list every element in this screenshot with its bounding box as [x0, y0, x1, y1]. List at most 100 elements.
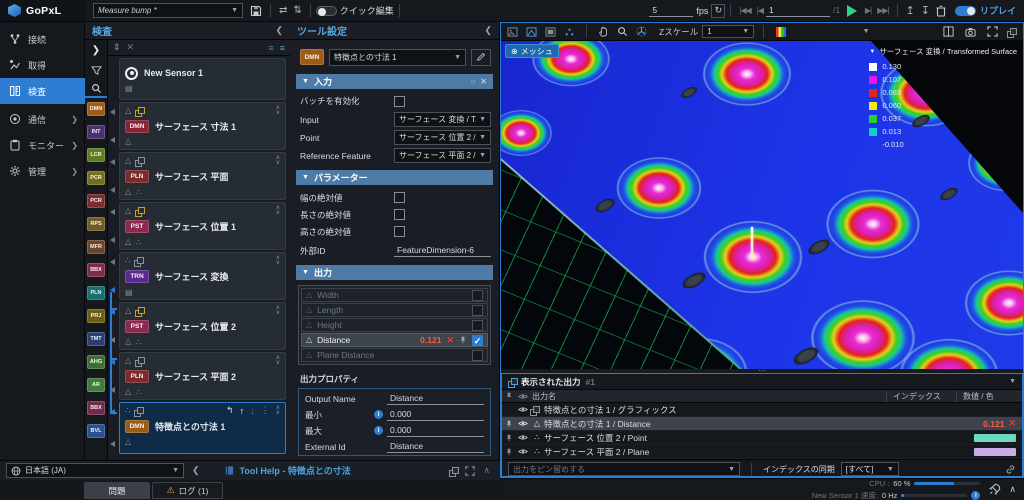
- height-absolute-checkbox[interactable]: [394, 226, 405, 237]
- zoom-icon[interactable]: [615, 25, 630, 39]
- expand-help-icon[interactable]: ∧: [483, 465, 490, 476]
- edit-tool-name-button[interactable]: [471, 49, 491, 66]
- tool-card-surface-plane-2[interactable]: △∧∨ PLNサーフェース 平面 2 △∴: [119, 352, 286, 400]
- output-item-height[interactable]: △ Height: [301, 318, 488, 332]
- output-item-width[interactable]: △ Width: [301, 288, 488, 302]
- external-id-prop-input[interactable]: Distance: [387, 441, 484, 453]
- collapse-outputs-icon[interactable]: ▼: [1006, 378, 1016, 385]
- tool-badge-int[interactable]: INT: [87, 125, 105, 139]
- sensor-card[interactable]: New Sensor 1 ▤: [119, 58, 286, 100]
- next-frame-button[interactable]: ▶|: [862, 6, 874, 15]
- tool-badge-bbx2[interactable]: BBX: [87, 401, 105, 415]
- fullscreen-icon[interactable]: [985, 25, 1000, 39]
- image-view-icon[interactable]: [505, 25, 520, 39]
- reorder-icon[interactable]: ∧∨: [276, 206, 280, 216]
- frame-input[interactable]: 1: [766, 5, 830, 17]
- max-input[interactable]: 0.000: [387, 425, 484, 437]
- tool-card-surface-dimension-1[interactable]: △∧∨ DMNサーフェース 寸法 1 △: [119, 102, 286, 150]
- output-row-plane[interactable]: ∴ サーフェース 平面 2 / Plane: [502, 445, 1022, 459]
- output-enable-checkbox[interactable]: ✓: [472, 335, 483, 346]
- section-header-parameters[interactable]: ▼パラメーター: [296, 170, 493, 185]
- fullscreen-icon[interactable]: [465, 466, 475, 476]
- tool-badge-ahg[interactable]: AHG: [87, 355, 105, 369]
- download-icon[interactable]: ↧: [918, 4, 933, 17]
- prev-frame-button[interactable]: |◀: [754, 6, 766, 15]
- selected-tool-select[interactable]: 特徴点との寸法 1 ▼: [329, 49, 466, 66]
- link-icon[interactable]: [1005, 464, 1016, 475]
- reorder-icon[interactable]: ∧∨: [276, 156, 280, 166]
- output-enable-checkbox[interactable]: [472, 305, 483, 316]
- loop-playback-button[interactable]: ↻: [711, 4, 725, 18]
- tool-card-surface-plane[interactable]: △∧∨ PLNサーフェース 平面 △∴: [119, 152, 286, 200]
- tool-card-surface-transform[interactable]: ∴∧∨ TRNサーフェース 変換 ▤: [119, 252, 286, 300]
- tool-badge-tmt[interactable]: TMT: [87, 332, 105, 346]
- output-enable-checkbox[interactable]: [472, 320, 483, 331]
- output-name-input[interactable]: Distance: [387, 393, 484, 405]
- zscale-select[interactable]: 1 ▼: [702, 25, 754, 38]
- collapse-section-icon[interactable]: ✕: [480, 77, 487, 86]
- tool-badge-prj[interactable]: PRJ: [87, 309, 105, 323]
- snapshot-camera-icon[interactable]: [963, 25, 978, 39]
- layers-icon[interactable]: [1007, 28, 1015, 36]
- expand-strip-icon[interactable]: ❯: [85, 40, 107, 60]
- tool-badge-pcr[interactable]: PCR: [87, 171, 105, 185]
- output-row-graphics[interactable]: 特徴点との寸法 1 / グラフィックス: [502, 403, 1022, 417]
- tool-card-surface-position-2[interactable]: △∧∨ PSTサーフェース 位置 2 △∴: [119, 302, 286, 350]
- play-button[interactable]: [847, 5, 857, 17]
- move-up-icon[interactable]: ↑: [240, 406, 245, 416]
- collapse-all-icon[interactable]: ✕: [127, 42, 135, 53]
- output-enable-checkbox[interactable]: [472, 290, 483, 301]
- reorder-icon[interactable]: ∧∨: [276, 406, 280, 416]
- last-frame-button[interactable]: ▶▶|: [874, 6, 891, 15]
- grid-view-icon[interactable]: ≡: [280, 43, 285, 53]
- quick-edit-toggle[interactable]: [316, 6, 337, 16]
- first-frame-button[interactable]: |◀◀: [736, 6, 753, 15]
- sidebar-item-inspect[interactable]: 検査: [0, 78, 85, 104]
- reorder-icon[interactable]: ∧∨: [276, 106, 280, 116]
- sidebar-item-connect[interactable]: 接続: [0, 26, 85, 52]
- tool-badge-lcr[interactable]: LCR: [87, 148, 105, 162]
- input-select[interactable]: サーフェース 変換 / T...▼: [394, 112, 491, 127]
- index-sync-select[interactable]: [すべて] ▼: [841, 462, 899, 476]
- reorder-icon[interactable]: ∧∨: [276, 356, 280, 366]
- reset-section-icon[interactable]: ○: [470, 77, 475, 86]
- pin-icon[interactable]: [502, 434, 516, 442]
- list-view-icon[interactable]: ≡: [268, 43, 273, 53]
- tool-badge-bbx[interactable]: BBX: [87, 263, 105, 277]
- popout-icon[interactable]: [449, 467, 457, 475]
- tool-badge-pcr2[interactable]: PCR: [87, 194, 105, 208]
- tool-badge-ar[interactable]: AR: [87, 378, 105, 392]
- rotate-3d-icon[interactable]: [634, 25, 649, 39]
- external-id-input[interactable]: FeatureDimension-6: [394, 245, 491, 257]
- sort-icon[interactable]: ⇕: [113, 42, 121, 53]
- eye-icon[interactable]: [516, 448, 530, 455]
- point-select[interactable]: サーフェース 位置 2 /...▼: [394, 130, 491, 145]
- length-absolute-checkbox[interactable]: [394, 209, 405, 220]
- tool-badge-dmn[interactable]: DMN: [87, 102, 105, 116]
- filter-icon[interactable]: [85, 60, 107, 80]
- sidebar-item-manage[interactable]: 管理 ❯: [0, 158, 85, 184]
- mesh-toggle-button[interactable]: ⊕ メッシュ: [505, 44, 559, 58]
- tool-help-link[interactable]: Tool Help - 特徴点との寸法: [240, 464, 351, 477]
- split-view-icon[interactable]: [941, 25, 956, 39]
- width-absolute-checkbox[interactable]: [394, 192, 405, 203]
- language-select[interactable]: 日本語 (JA) ▼: [6, 463, 184, 478]
- tool-badge-mfr[interactable]: MFR: [87, 240, 105, 254]
- swap-vertical-icon[interactable]: ⇅: [290, 5, 304, 16]
- pin-output-combobox[interactable]: 出力をピン留めする ▼: [508, 462, 740, 476]
- min-input[interactable]: 0.000: [387, 409, 484, 421]
- collapse-panel-icon[interactable]: ❮: [275, 25, 283, 36]
- output-row-distance[interactable]: △ 特徴点との寸法 1 / Distance 0.121✕: [502, 417, 1022, 431]
- output-item-plane-distance[interactable]: △ Plane Distance: [301, 348, 488, 362]
- search-icon[interactable]: [85, 80, 107, 98]
- tab-log[interactable]: ⚠ ログ (1): [152, 482, 223, 499]
- upload-icon[interactable]: ↥: [903, 4, 918, 17]
- pin-icon[interactable]: [502, 420, 516, 428]
- swap-horizontal-icon[interactable]: ⇄: [276, 5, 290, 16]
- reference-feature-select[interactable]: サーフェース 平面 2 /...▼: [394, 148, 491, 163]
- pin-icon[interactable]: [459, 336, 467, 344]
- output-item-distance[interactable]: △ Distance 0.121 ✕ ✓: [301, 333, 488, 347]
- save-icon[interactable]: [247, 5, 265, 17]
- info-icon[interactable]: i: [971, 491, 980, 500]
- move-down-icon[interactable]: ↓: [250, 406, 255, 416]
